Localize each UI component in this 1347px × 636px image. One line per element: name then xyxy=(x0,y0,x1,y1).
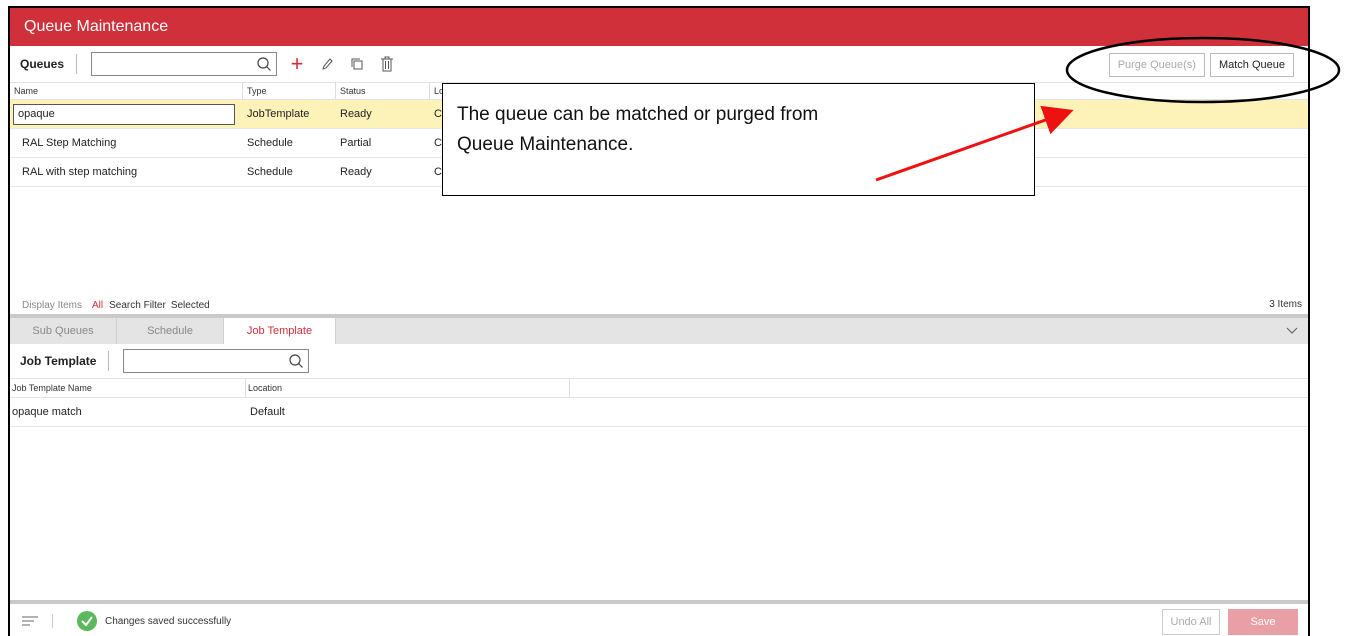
tab-job-template[interactable]: Job Template xyxy=(224,318,336,344)
chevron-down-icon[interactable] xyxy=(1286,324,1298,336)
display-selected-option[interactable]: Selected xyxy=(171,300,210,311)
column-header-location[interactable]: Location xyxy=(246,379,570,397)
column-header-type[interactable]: Type xyxy=(243,83,336,99)
queue-status-cell: Ready xyxy=(340,166,372,178)
undo-all-button[interactable]: Undo All xyxy=(1162,609,1220,635)
queue-status-cell: Ready xyxy=(340,108,372,120)
queues-search-box[interactable] xyxy=(91,52,278,76)
queues-toolbar: Queues + Purge Queue(s) Match Queue xyxy=(10,46,1308,82)
items-count: 3 Items xyxy=(1269,299,1302,310)
purge-queue-button[interactable]: Purge Queue(s) xyxy=(1108,53,1205,77)
callout-line-1: The queue can be matched or purged from xyxy=(457,104,819,125)
search-icon[interactable] xyxy=(288,353,304,369)
tab-sub-queues[interactable]: Sub Queues xyxy=(10,318,117,344)
job-template-toolbar: Job Template xyxy=(10,344,1308,378)
display-items-label: Display Items xyxy=(22,300,83,311)
column-header-name[interactable]: Name xyxy=(10,83,243,99)
queue-name-edit-field[interactable]: opaque xyxy=(13,103,235,125)
tab-schedule[interactable]: Schedule xyxy=(117,318,224,344)
column-header-job-template-name[interactable]: Job Template Name xyxy=(10,379,246,397)
match-queue-button[interactable]: Match Queue xyxy=(1209,53,1294,77)
edit-pencil-icon[interactable] xyxy=(317,54,337,74)
copy-icon[interactable] xyxy=(347,54,367,74)
delete-trash-icon[interactable] xyxy=(377,54,397,74)
job-template-search-box[interactable] xyxy=(123,349,310,373)
annotation-callout: The queue can be matched or purged from … xyxy=(442,83,1035,196)
status-footer: Changes saved successfully Undo All Save xyxy=(10,604,1308,636)
queue-type-cell: Schedule xyxy=(247,166,293,178)
detail-tabs: Sub Queues Schedule Job Template xyxy=(10,318,1308,344)
job-template-grid-header: Job Template Name Location xyxy=(10,378,1308,398)
display-items-bar: Display Items All Search Filter Selected… xyxy=(10,297,1308,314)
queue-name-cell: RAL with step matching xyxy=(22,166,138,178)
menu-lines-icon[interactable] xyxy=(22,614,53,628)
table-row[interactable]: opaque match Default xyxy=(10,398,1308,427)
search-icon[interactable] xyxy=(256,56,272,72)
queues-label: Queues xyxy=(20,54,78,74)
job-template-name-cell: opaque match xyxy=(12,406,82,418)
job-template-search-input[interactable] xyxy=(124,350,309,372)
add-icon[interactable]: + xyxy=(287,53,307,75)
callout-line-2: Queue Maintenance. xyxy=(457,134,634,155)
queue-type-cell: Schedule xyxy=(247,137,293,149)
queue-status-cell: Partial xyxy=(340,137,372,149)
save-button[interactable]: Save xyxy=(1228,609,1298,635)
queue-name-cell: RAL Step Matching xyxy=(22,137,117,149)
success-check-icon xyxy=(77,611,97,631)
queue-action-buttons: Purge Queue(s) Match Queue xyxy=(1108,53,1294,77)
footer-buttons: Undo All Save xyxy=(1162,609,1298,635)
display-search-filter-option[interactable]: Search Filter xyxy=(109,300,166,311)
status-message: Changes saved successfully xyxy=(105,615,232,627)
queues-search-input[interactable] xyxy=(92,53,277,75)
job-template-label: Job Template xyxy=(20,351,110,371)
queue-type-cell: JobTemplate xyxy=(247,108,310,120)
display-all-option[interactable]: All xyxy=(92,300,103,311)
job-template-grid-body: opaque match Default xyxy=(10,398,1308,556)
job-template-location-cell: Default xyxy=(250,406,285,418)
column-header-status[interactable]: Status xyxy=(336,83,430,99)
window-title: Queue Maintenance xyxy=(10,8,1308,46)
